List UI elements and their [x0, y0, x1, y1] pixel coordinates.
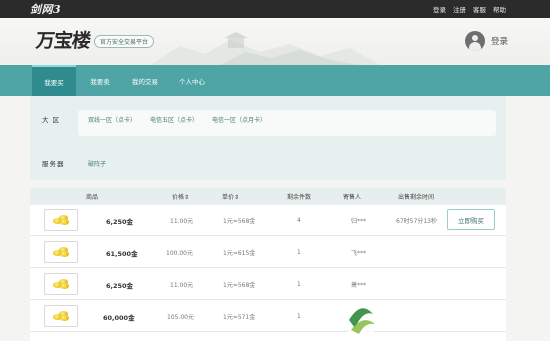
watermark-logo-icon: [345, 306, 377, 338]
price: 105.00元: [167, 314, 194, 321]
table-row[interactable]: 6,250金 11.00元 1元=568金 1 萧***: [30, 269, 506, 300]
gold-coin-icon: [44, 209, 78, 231]
unit-price: 1元=571金: [223, 314, 256, 321]
gold-amount: 60,000金: [103, 313, 135, 322]
region-option[interactable]: 双线一区（点卡）: [88, 115, 136, 124]
seller: 归***: [351, 218, 367, 225]
register-link[interactable]: 注册: [453, 4, 466, 14]
price: 11.00元: [170, 282, 194, 289]
brand-logo: 万宝楼: [34, 30, 92, 52]
main-nav: 我要买 我要卖 我的交易 个人中心: [0, 65, 550, 96]
login-link[interactable]: 登录: [433, 4, 446, 14]
server-row: 服务器 破阵子: [42, 158, 120, 168]
gold-amount: 61,500金: [106, 249, 138, 258]
seller: 飞***: [351, 250, 367, 257]
table-row[interactable]: 6,250金 11.00元 1元=568金 4 归*** 67时57分13秒 立…: [30, 205, 506, 236]
login-button[interactable]: 登录: [464, 31, 508, 51]
gold-amount: 6,250金: [106, 217, 134, 226]
col-time-left: 出售剩余时间: [398, 194, 435, 201]
remaining-count: 1: [297, 249, 301, 256]
server-label: 服务器: [42, 160, 65, 168]
gold-amount: 6,250金: [106, 281, 134, 290]
unit-price: 1元=568金: [223, 282, 256, 289]
unit-price: 1元=568金: [223, 218, 256, 225]
region-row: 大 区 双线一区（点卡） 电信五区（点卡） 电信一区（点月卡）: [42, 114, 280, 124]
remaining-count: 1: [297, 281, 301, 288]
server-option[interactable]: 破阵子: [88, 159, 106, 168]
table-row[interactable]: 61,500金 100.00元 1元=615金 1 飞***: [30, 237, 506, 268]
login-label: 登录: [490, 37, 508, 47]
price: 100.00元: [166, 250, 193, 257]
remaining-count: 4: [297, 217, 301, 224]
col-remaining: 剩余件数: [287, 194, 312, 201]
col-unit-price[interactable]: 单价⇕: [222, 188, 239, 205]
remaining-count: 1: [297, 313, 301, 320]
top-links: 登录 注册 客服 帮助: [433, 0, 506, 18]
price: 11.00元: [170, 218, 194, 225]
buy-now-button[interactable]: 立即购买: [447, 209, 495, 230]
nav-item-user-center[interactable]: 个人中心: [170, 65, 214, 96]
col-seller: 寄售人: [343, 194, 362, 201]
col-product: 商品: [86, 194, 99, 201]
listings-table: 商品 价格⇕ 单价⇕ 剩余件数 寄售人 出售剩余时间 6,250金 11.00元…: [30, 188, 506, 341]
game-logo[interactable]: 剑网3: [30, 2, 61, 16]
nav-item-buy[interactable]: 我要买: [32, 65, 76, 96]
nav-item-sell[interactable]: 我要卖: [80, 65, 120, 96]
table-header: 商品 价格⇕ 单价⇕ 剩余件数 寄售人 出售剩余时间: [30, 188, 506, 205]
top-bar: 剑网3 登录 注册 客服 帮助: [0, 0, 550, 18]
region-option[interactable]: 电信五区（点卡）: [150, 115, 198, 124]
region-option[interactable]: 电信一区（点月卡）: [212, 115, 266, 124]
nav-item-my-trades[interactable]: 我的交易: [124, 65, 166, 96]
time-left: 67时57分13秒: [396, 218, 437, 225]
gold-coin-icon: [44, 241, 78, 263]
region-label: 大 区: [42, 116, 61, 124]
brand[interactable]: 万宝楼 官方安全交易平台: [34, 26, 155, 53]
gold-coin-icon: [44, 305, 78, 327]
col-price[interactable]: 价格⇕: [172, 188, 189, 205]
header-banner: 万宝楼 官方安全交易平台 登录: [0, 18, 550, 65]
filter-panel: 大 区 双线一区（点卡） 电信五区（点卡） 电信一区（点月卡） 服务器 破阵子: [30, 96, 506, 180]
gold-coin-icon: [44, 273, 78, 295]
unit-price: 1元=615金: [223, 250, 256, 257]
brand-subtitle: 官方安全交易平台: [94, 35, 155, 48]
support-link[interactable]: 客服: [473, 4, 486, 14]
user-avatar-icon: [464, 31, 485, 51]
table-row[interactable]: 60,000金 105.00元 1元=571金 1: [30, 301, 506, 332]
help-link[interactable]: 帮助: [493, 4, 506, 14]
